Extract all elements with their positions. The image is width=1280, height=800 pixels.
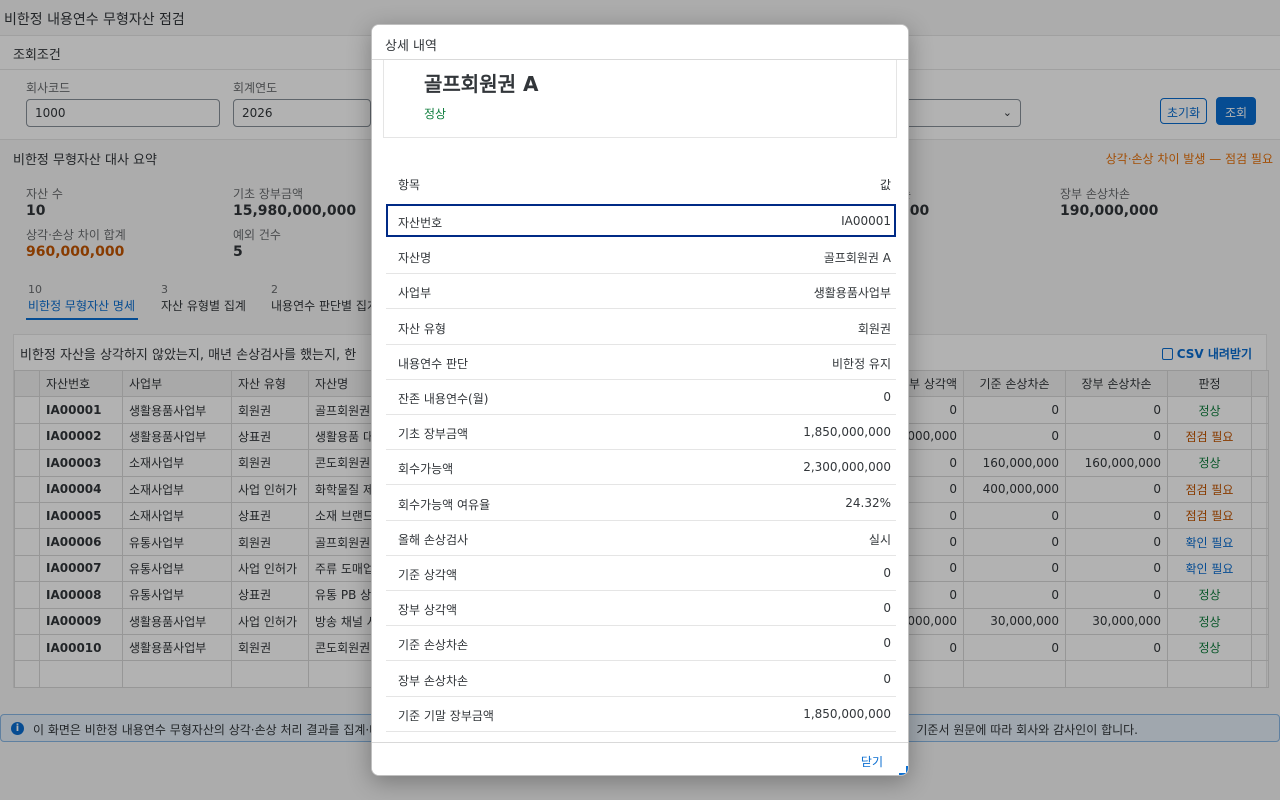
detail-label: 사업부	[398, 286, 432, 301]
detail-value: 0	[883, 566, 891, 580]
detail-value: 24.32%	[845, 495, 891, 510]
detail-value: 0	[883, 671, 891, 686]
detail-value: 0	[883, 601, 891, 616]
detail-label: 자산번호	[398, 216, 443, 230]
detail-row[interactable]: 장부 상각액 0	[386, 591, 896, 627]
detail-row[interactable]: 기초 장부금액 1,850,000,000	[386, 415, 896, 451]
detail-row[interactable]: 자산 유형 회원권	[386, 310, 896, 345]
detail-value: 1,850,000,000	[803, 425, 891, 440]
detail-value: 2,300,000,000	[803, 460, 891, 475]
column-header-item: 항목	[398, 178, 421, 192]
detail-value: 생활용품사업부	[813, 286, 891, 301]
column-header-value: 값	[879, 178, 891, 192]
resize-handle-icon[interactable]	[899, 766, 908, 775]
detail-label: 자산명	[398, 251, 432, 266]
detail-label: 내용연수 판단	[398, 356, 469, 371]
detail-row[interactable]: 기준 기말 장부금액 1,850,000,000	[386, 697, 896, 732]
detail-label: 장부 상각액	[398, 603, 458, 618]
detail-row[interactable]: 회수가능액 여유율 24.32%	[386, 486, 896, 521]
detail-value: 실시	[868, 532, 891, 547]
detail-row[interactable]: 회수가능액 2,300,000,000	[386, 450, 896, 486]
detail-label: 기초 장부금액	[398, 427, 469, 442]
detail-label: 기준 손상차손	[398, 638, 469, 653]
detail-label: 잔존 내용연수(월)	[398, 392, 489, 406]
detail-row[interactable]: 사업부 생활용품사업부	[386, 274, 896, 310]
detail-value: 0	[883, 390, 891, 404]
detail-row[interactable]: 자산번호 IA00001	[386, 204, 896, 237]
object-title: 골프회원권 A	[424, 72, 539, 96]
detail-label: 장부 손상차손	[398, 673, 469, 688]
detail-row[interactable]: 올해 손상검사 실시	[386, 521, 896, 556]
detail-row[interactable]: 기준 상각액 0	[386, 556, 896, 591]
detail-dialog: 상세 내역 골프회원권 A 정상 항목 값 자산번호 IA00001 자산명 골프회원…	[371, 24, 909, 776]
detail-row[interactable]: 기준 손상차손 0	[386, 626, 896, 662]
dialog-footer: 닫기	[372, 742, 908, 775]
detail-value: 0	[883, 636, 891, 651]
detail-row[interactable]: 장부 손상차손 0	[386, 662, 896, 697]
detail-row[interactable]: 장부 기말 장부금액1,850,000,000	[386, 732, 896, 742]
detail-value: 1,850,000,000	[803, 706, 891, 721]
detail-value: IA00001	[841, 214, 891, 228]
dialog-header: 상세 내역	[372, 25, 908, 60]
detail-label: 올해 손상검사	[398, 532, 469, 547]
detail-label: 회수가능액 여유율	[398, 497, 491, 512]
detail-header-row: 항목 값	[386, 164, 896, 199]
detail-label: 자산 유형	[398, 321, 446, 336]
detail-row[interactable]: 자산명 골프회원권 A	[386, 239, 896, 275]
detail-value: 회원권	[857, 321, 891, 336]
detail-value: 골프회원권 A	[823, 251, 891, 266]
detail-value: 비한정 유지	[831, 356, 891, 371]
dialog-title: 상세 내역	[385, 39, 437, 54]
detail-label: 기준 기말 장부금액	[398, 708, 494, 723]
dialog-body[interactable]: 골프회원권 A 정상 항목 값 자산번호 IA00001 자산명 골프회원권 A 사업부…	[372, 60, 908, 742]
object-header: 골프회원권 A 정상	[383, 60, 897, 138]
detail-label: 회수가능액	[398, 462, 454, 477]
detail-row[interactable]: 잔존 내용연수(월) 0	[386, 380, 896, 415]
object-status: 정상	[424, 107, 447, 121]
close-button[interactable]: 닫기	[861, 753, 883, 770]
detail-row[interactable]: 내용연수 판단 비한정 유지	[386, 345, 896, 380]
detail-label: 기준 상각액	[398, 568, 458, 582]
